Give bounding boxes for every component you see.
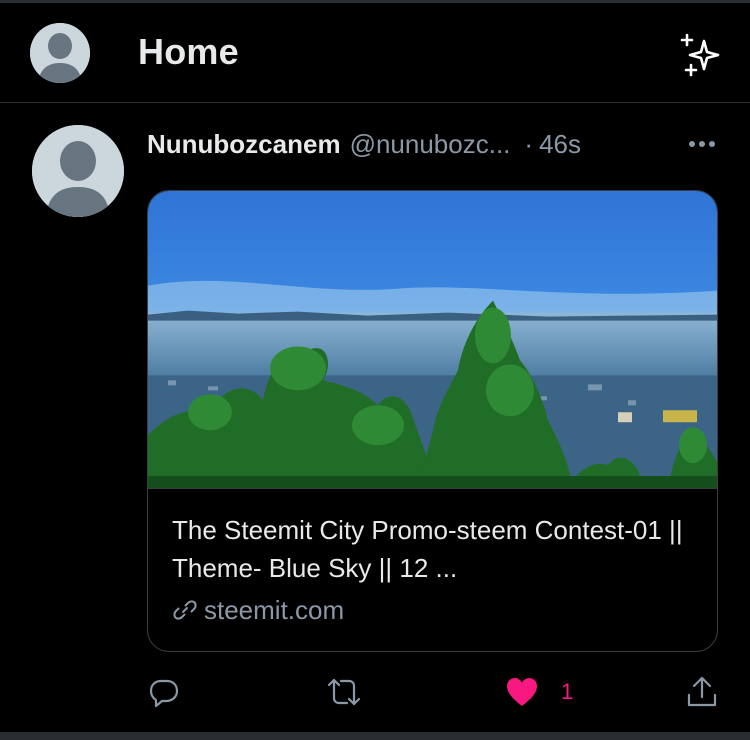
tweet-author-avatar[interactable] xyxy=(32,125,124,217)
bottom-edge xyxy=(0,732,750,740)
retweet-icon xyxy=(327,678,361,706)
reply-icon xyxy=(149,679,179,708)
like-button[interactable]: 1 xyxy=(505,672,573,712)
link-icon xyxy=(173,600,197,620)
heart-icon xyxy=(507,678,537,706)
reply-button[interactable] xyxy=(148,672,180,712)
default-avatar-icon xyxy=(32,125,124,217)
tweet-actions: 1 xyxy=(0,672,750,712)
author-handle[interactable]: @nunubozc... xyxy=(350,129,511,160)
sparkle-icon[interactable] xyxy=(678,33,724,79)
separator-dot: · xyxy=(524,128,534,159)
card-source-domain: steemit.com xyxy=(204,594,345,625)
tweet[interactable]: Nunubozcanem @nunubozc... · 46s The Stee… xyxy=(0,104,750,712)
tweet-header: Nunubozcanem @nunubozc... · 46s xyxy=(147,128,581,160)
card-title[interactable]: The Steemit City Promo-steem Contest-01 … xyxy=(172,511,702,587)
card-image xyxy=(148,191,717,489)
more-dots-icon[interactable] xyxy=(686,134,718,154)
retweet-button[interactable] xyxy=(326,672,362,712)
share-icon xyxy=(687,676,717,707)
share-button[interactable] xyxy=(686,672,718,712)
profile-avatar[interactable] xyxy=(30,23,90,83)
link-card[interactable]: The Steemit City Promo-steem Contest-01 … xyxy=(147,190,718,652)
card-source[interactable]: steemit.com xyxy=(172,593,344,627)
like-count: 1 xyxy=(561,679,574,704)
home-header: Home xyxy=(0,3,750,103)
tweet-timestamp[interactable]: 46s xyxy=(539,129,581,160)
default-avatar-icon xyxy=(30,23,90,83)
author-display-name[interactable]: Nunubozcanem xyxy=(147,129,341,160)
page-title: Home xyxy=(138,31,239,72)
